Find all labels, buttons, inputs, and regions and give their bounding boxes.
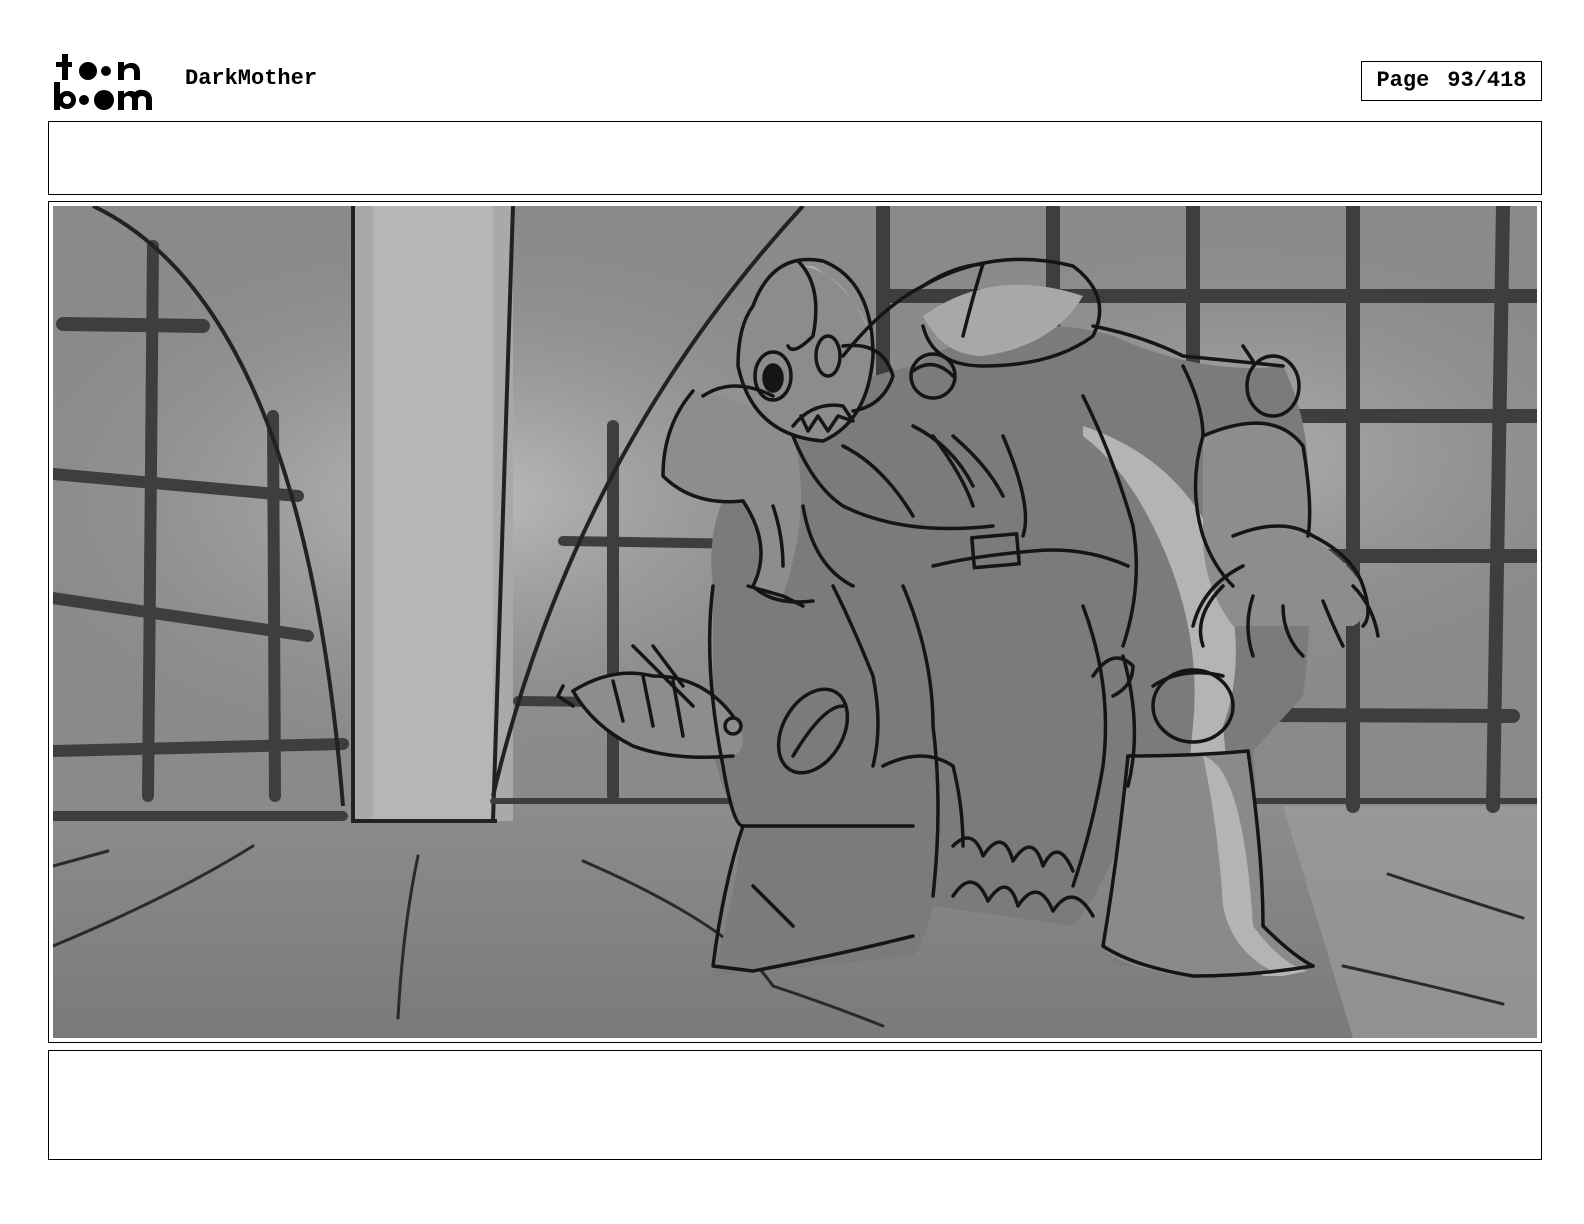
caption-box-bottom bbox=[48, 1050, 1542, 1160]
project-title: DarkMother bbox=[185, 66, 318, 91]
caption-box-top bbox=[48, 121, 1542, 195]
page-number: 93/418 bbox=[1447, 68, 1527, 93]
page-indicator: Page 93/418 bbox=[1361, 61, 1542, 101]
toon-boom-logo bbox=[54, 54, 152, 110]
storyboard-panel bbox=[48, 201, 1542, 1043]
panel-drawing bbox=[53, 206, 1537, 1038]
page-label: Page bbox=[1376, 68, 1430, 93]
